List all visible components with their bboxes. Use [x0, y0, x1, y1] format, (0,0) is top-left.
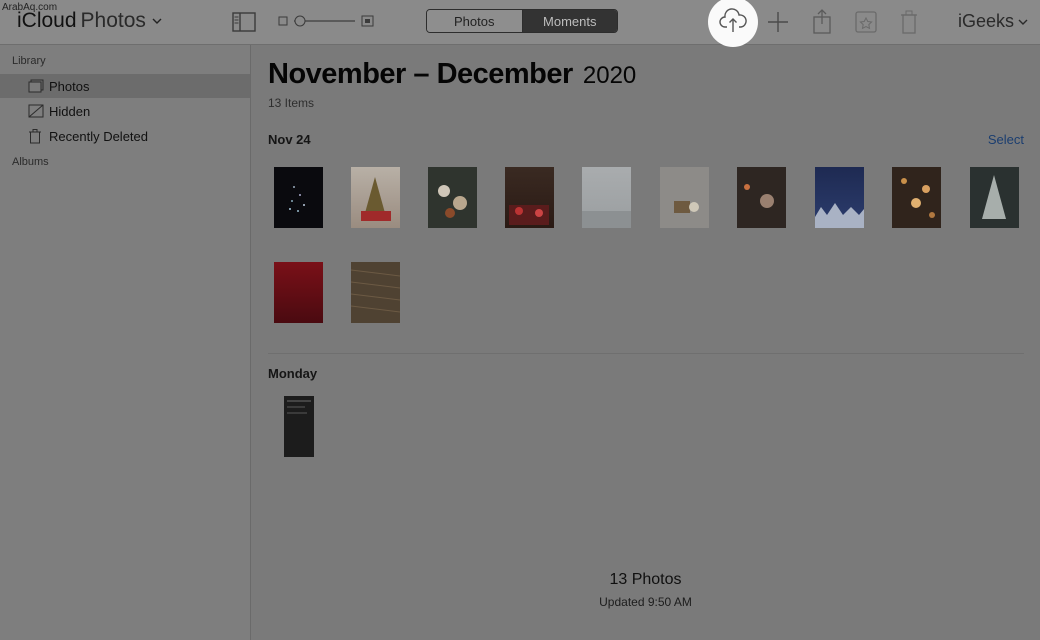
select-link[interactable]: Select	[988, 132, 1024, 147]
cloud-upload-icon	[719, 7, 747, 38]
sidebar-item-photos[interactable]: Photos	[0, 74, 250, 98]
page-title: November – December 2020	[268, 58, 636, 91]
item-count: 13 Items	[268, 96, 315, 110]
upload-button[interactable]	[708, 0, 758, 47]
photo-thumbnail[interactable]	[428, 167, 477, 228]
chevron-down-icon	[1018, 11, 1028, 32]
trash-toolbar-icon[interactable]	[900, 9, 918, 40]
group-label-nov-24: Nov 24	[268, 132, 311, 147]
sidebar-item-label: Recently Deleted	[49, 128, 148, 144]
photo-thumbnail[interactable]	[660, 167, 709, 228]
photo-thumbnail[interactable]	[274, 167, 323, 228]
account-menu[interactable]: iGeeks	[958, 11, 1028, 32]
photo-thumbnail[interactable]	[505, 167, 554, 228]
photo-thumbnail[interactable]	[284, 396, 314, 457]
trash-icon	[28, 128, 44, 144]
tab-moments[interactable]: Moments	[522, 10, 617, 32]
photo-thumbnail[interactable]	[737, 167, 786, 228]
group-divider	[268, 353, 1024, 354]
photo-thumbnail[interactable]	[582, 167, 631, 228]
photo-thumbnail[interactable]	[274, 262, 323, 323]
app-title-menu[interactable]: iCloud Photos	[17, 9, 162, 33]
view-switcher: Photos Moments	[426, 9, 618, 33]
photo-thumbnail[interactable]	[892, 167, 941, 228]
photo-count: 13 Photos	[609, 571, 682, 588]
chevron-down-icon	[152, 13, 162, 29]
group-label-monday: Monday	[268, 366, 318, 381]
favorite-icon[interactable]	[853, 9, 879, 40]
app-section: Photos	[80, 9, 146, 32]
hidden-icon	[28, 103, 44, 119]
photos-icon	[28, 78, 44, 94]
toolbar: ArabAq.com iCloud Photos Photos Moments	[0, 0, 1040, 47]
sidebar: Library Photos Hidden Recently Deleted A…	[0, 45, 251, 640]
sidebar-item-recently-deleted[interactable]: Recently Deleted	[0, 124, 250, 148]
sidebar-item-label: Photos	[49, 78, 90, 94]
last-updated: Updated 9:50 AM	[599, 595, 692, 609]
sidebar-toggle-icon[interactable]	[232, 12, 256, 37]
account-name: iGeeks	[958, 11, 1015, 31]
app-brand: iCloud	[17, 9, 77, 32]
zoom-slider[interactable]	[278, 14, 378, 28]
main-content: November – December 2020 13 Items Nov 24…	[251, 45, 1040, 640]
tab-photos[interactable]: Photos	[427, 10, 523, 32]
albums-section-label: Albums	[12, 156, 49, 168]
add-icon[interactable]	[767, 11, 789, 38]
photo-thumbnail[interactable]	[350, 262, 401, 323]
sidebar-item-hidden[interactable]: Hidden	[0, 99, 250, 123]
photo-thumbnail[interactable]	[970, 167, 1019, 228]
share-icon[interactable]	[812, 9, 832, 40]
title-year: 2020	[582, 62, 637, 89]
date-range-title: November – December	[268, 58, 573, 90]
photo-thumbnail[interactable]	[815, 167, 864, 228]
sidebar-item-label: Hidden	[49, 103, 91, 119]
library-section-label: Library	[12, 55, 46, 67]
photo-thumbnail[interactable]	[351, 167, 400, 228]
